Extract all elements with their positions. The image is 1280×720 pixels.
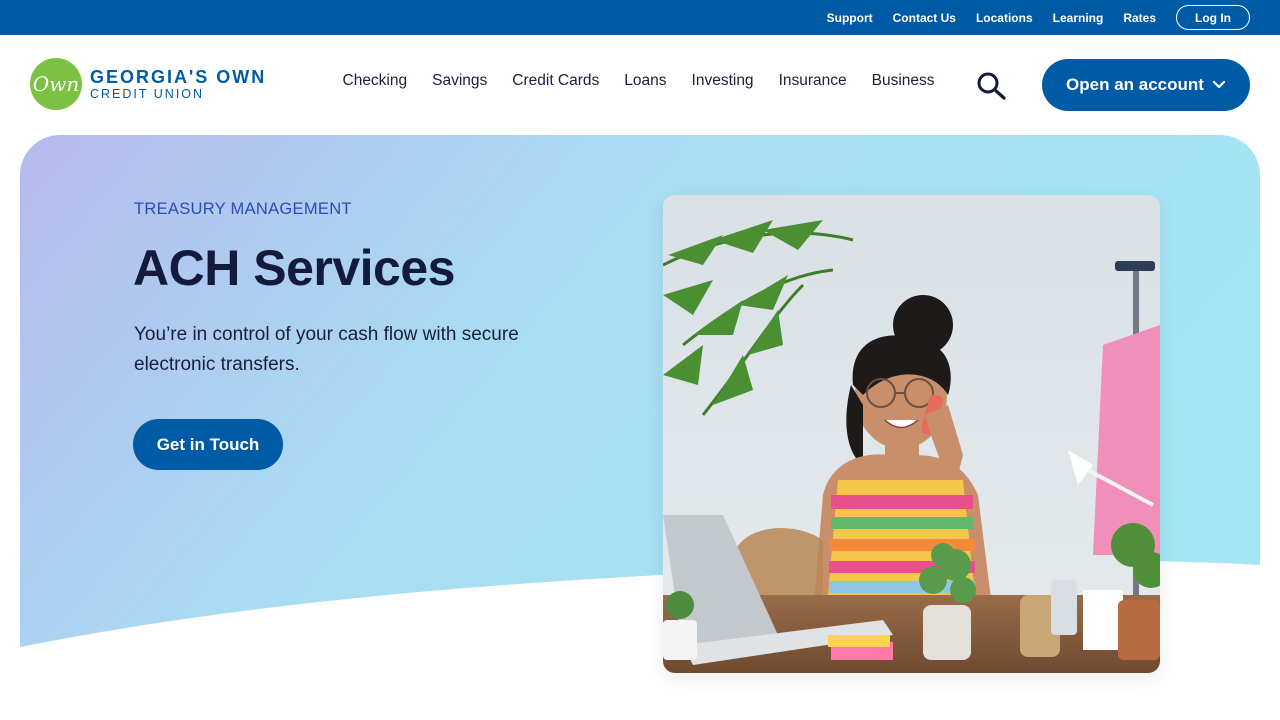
- open-account-button[interactable]: Open an account: [1042, 59, 1250, 111]
- hero-subtitle: You’re in control of your cash flow with…: [134, 324, 519, 375]
- page-title: ACH Services: [133, 240, 455, 296]
- main-nav: Checking Savings Credit Cards Loans Inve…: [330, 72, 947, 90]
- utility-nav: Support Contact Us Locations Learning Ra…: [807, 0, 1250, 35]
- hero-eyebrow: TREASURY MANAGEMENT: [134, 200, 352, 218]
- main-header: Own GEORGIA'S OWN CREDIT UNION Checking …: [0, 35, 1280, 135]
- logo-mark: Own: [30, 58, 82, 110]
- search-icon[interactable]: [976, 72, 1008, 100]
- nav-item-investing[interactable]: Investing: [692, 72, 754, 90]
- utility-link-learning[interactable]: Learning: [1053, 11, 1104, 25]
- logo-wordmark: GEORGIA'S OWN CREDIT UNION: [90, 67, 266, 101]
- hero-photo: [663, 195, 1160, 673]
- utility-bar: Support Contact Us Locations Learning Ra…: [0, 0, 1280, 35]
- login-button[interactable]: Log In: [1176, 5, 1250, 30]
- nav-item-loans[interactable]: Loans: [624, 72, 666, 90]
- nav-item-business[interactable]: Business: [872, 72, 935, 90]
- logo-name-line2: CREDIT UNION: [90, 87, 205, 101]
- logo-mark-text: Own: [32, 72, 80, 96]
- utility-link-support[interactable]: Support: [827, 11, 873, 25]
- logo[interactable]: Own GEORGIA'S OWN CREDIT UNION: [30, 58, 266, 110]
- nav-item-insurance[interactable]: Insurance: [779, 72, 847, 90]
- chevron-down-icon: [1212, 80, 1226, 90]
- utility-link-locations[interactable]: Locations: [976, 11, 1033, 25]
- nav-item-checking[interactable]: Checking: [343, 72, 408, 90]
- logo-name-line1: GEORGIA'S OWN: [90, 67, 267, 87]
- get-in-touch-button[interactable]: Get in Touch: [133, 419, 283, 470]
- open-account-label: Open an account: [1066, 75, 1204, 94]
- utility-link-rates[interactable]: Rates: [1123, 11, 1156, 25]
- nav-item-savings[interactable]: Savings: [432, 72, 487, 90]
- nav-item-credit-cards[interactable]: Credit Cards: [512, 72, 599, 90]
- utility-link-contact-us[interactable]: Contact Us: [893, 11, 956, 25]
